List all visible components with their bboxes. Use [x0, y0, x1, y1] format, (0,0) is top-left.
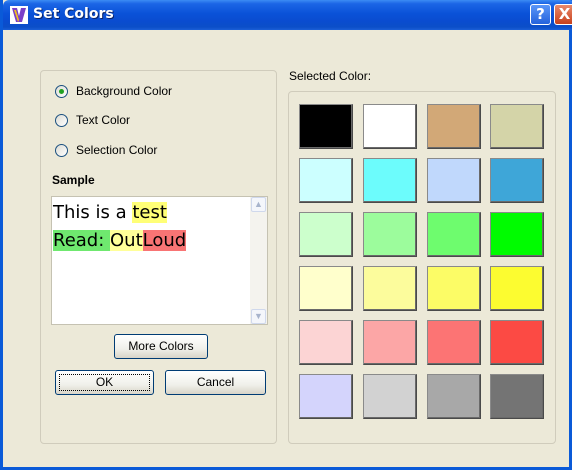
color-swatch[interactable] — [490, 266, 544, 311]
radio-icon[interactable] — [55, 143, 68, 157]
sample-selected-word: test — [132, 202, 167, 223]
sample-read-word: Read: — [53, 230, 111, 251]
sample-out-word: Out — [110, 230, 143, 251]
color-swatch[interactable] — [490, 374, 544, 419]
selected-color-label: Selected Color: — [289, 69, 372, 83]
close-button[interactable]: X — [554, 4, 572, 25]
color-swatch[interactable] — [427, 266, 481, 311]
help-button[interactable]: ? — [530, 4, 551, 25]
text-color-option[interactable]: Text Color — [55, 112, 130, 128]
selection-color-label: Selection Color — [76, 143, 158, 157]
title-bar[interactable]: Set Colors ? X — [3, 0, 572, 30]
color-swatch[interactable] — [427, 320, 481, 365]
ok-button[interactable]: OK — [55, 370, 154, 395]
color-swatch[interactable] — [363, 104, 417, 149]
sample-scrollbar[interactable]: ▲ ▼ — [250, 197, 267, 324]
color-swatch[interactable] — [299, 374, 353, 419]
sample-heading: Sample — [52, 173, 95, 187]
color-swatch[interactable] — [299, 320, 353, 365]
color-swatch[interactable] — [427, 158, 481, 203]
cancel-button[interactable]: Cancel — [165, 370, 266, 395]
color-swatch[interactable] — [363, 266, 417, 311]
color-swatch[interactable] — [299, 104, 353, 149]
window-title: Set Colors — [33, 6, 114, 22]
app-icon — [10, 6, 28, 24]
sample-text: This is a test Read: OutLoud — [53, 199, 250, 255]
color-swatch[interactable] — [490, 320, 544, 365]
scroll-down-icon[interactable]: ▼ — [251, 309, 266, 324]
background-color-label: Background Color — [76, 84, 173, 98]
radio-icon[interactable] — [55, 84, 68, 98]
more-colors-button[interactable]: More Colors — [114, 334, 208, 359]
color-swatch[interactable] — [427, 104, 481, 149]
text-color-label: Text Color — [76, 113, 131, 127]
color-swatch[interactable] — [427, 374, 481, 419]
selection-color-option[interactable]: Selection Color — [55, 142, 157, 158]
dialog-window: Set Colors ? X Background Color Text Col… — [0, 0, 572, 470]
color-swatch[interactable] — [490, 212, 544, 257]
color-swatch[interactable] — [490, 158, 544, 203]
color-swatch[interactable] — [299, 158, 353, 203]
scroll-up-icon[interactable]: ▲ — [251, 197, 266, 212]
sample-loud-word: Loud — [142, 230, 187, 251]
sample-plain-text: This is a — [53, 202, 133, 223]
color-swatch[interactable] — [363, 374, 417, 419]
color-swatch[interactable] — [299, 212, 353, 257]
radio-icon[interactable] — [55, 113, 68, 127]
color-swatch[interactable] — [363, 158, 417, 203]
color-swatch[interactable] — [490, 104, 544, 149]
color-swatch[interactable] — [427, 212, 481, 257]
color-swatch[interactable] — [363, 320, 417, 365]
sample-preview[interactable]: This is a test Read: OutLoud ▲ ▼ — [51, 196, 268, 325]
color-swatch[interactable] — [299, 266, 353, 311]
background-color-option[interactable]: Background Color — [55, 83, 172, 99]
color-swatch[interactable] — [363, 212, 417, 257]
